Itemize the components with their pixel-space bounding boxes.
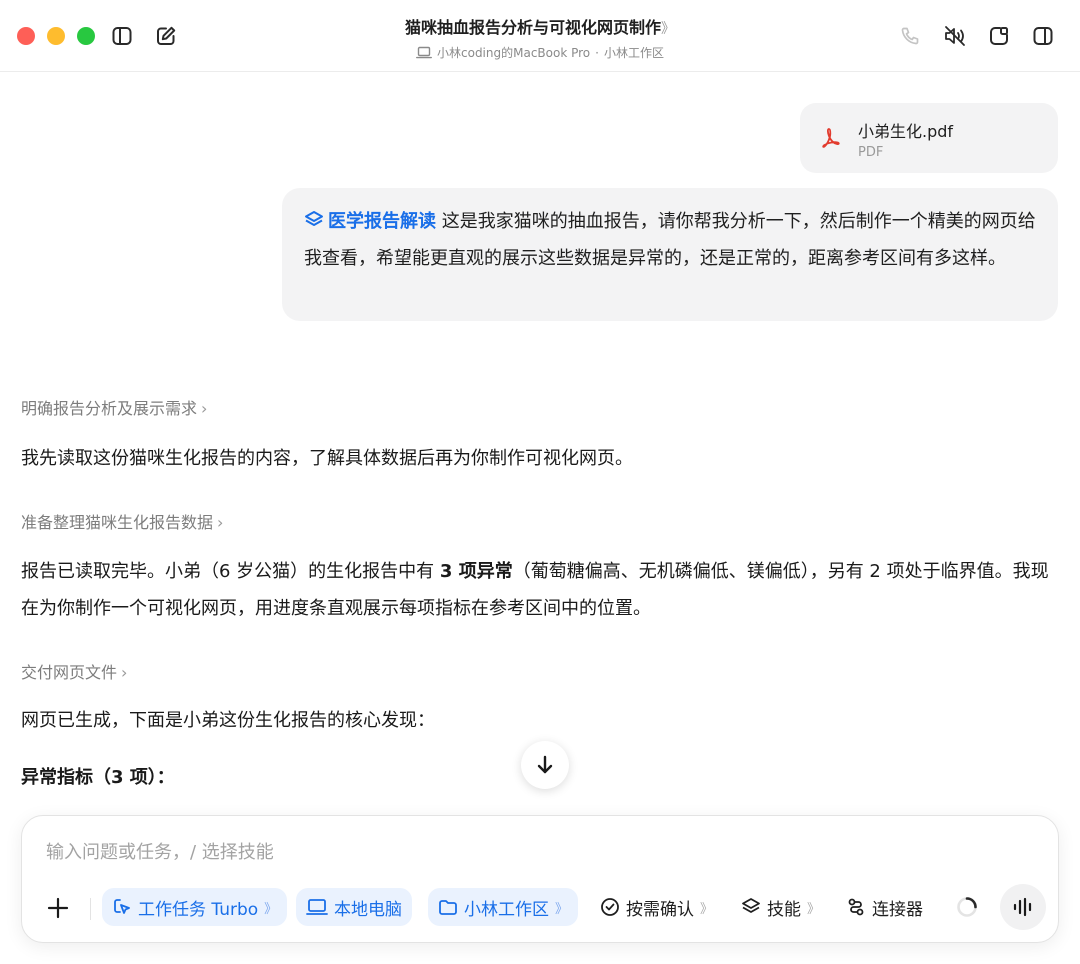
step-label: 明确报告分析及展示需求 <box>21 399 198 418</box>
window-subtitle: 小林coding的MacBook Pro · 小林工作区 <box>300 44 780 61</box>
pdf-file-icon <box>822 128 840 148</box>
right-panel-toggle-icon[interactable] <box>1029 22 1057 50</box>
app-window: 猫咪抽血报告分析与可视化网页制作》 小林coding的MacBook Pro ·… <box>0 0 1080 964</box>
workspace-name: 小林工作区 <box>603 46 664 60</box>
connectors-label: 连接器 <box>872 899 923 920</box>
step-label: 交付网页文件 <box>21 663 118 682</box>
confirm-mode-chip[interactable]: 按需确认 》 <box>596 888 717 926</box>
divider <box>90 898 91 920</box>
step-label: 准备整理猫咪生化报告数据 <box>21 513 214 532</box>
check-circle-icon <box>601 898 619 916</box>
laptop-icon <box>306 899 328 915</box>
workspace-label: 小林工作区 <box>464 899 549 920</box>
arrow-down-icon <box>537 755 553 774</box>
close-window-button[interactable] <box>17 27 35 45</box>
scroll-to-bottom-button[interactable] <box>521 741 569 789</box>
message-input[interactable] <box>46 838 946 866</box>
skill-tag-label: 医学报告解读 <box>328 211 436 232</box>
voice-input-button[interactable] <box>1000 884 1046 930</box>
folder-icon <box>439 900 457 915</box>
assistant-paragraph: 我先读取这份猫咪生化报告的内容，了解具体数据后再为你制作可视化网页。 <box>21 448 633 469</box>
chevron-right-icon: › <box>201 399 208 418</box>
title-chevron-icon: 》 <box>661 21 675 37</box>
zoom-window-button[interactable] <box>77 27 95 45</box>
attachment-file-name: 小弟生化.pdf <box>858 122 954 141</box>
skill-tag[interactable]: 医学报告解读 <box>304 211 436 232</box>
title-bar: 猫咪抽血报告分析与可视化网页制作》 小林coding的MacBook Pro ·… <box>0 0 1080 72</box>
step-prepare-data[interactable]: 准备整理猫咪生化报告数据 › <box>21 509 223 533</box>
split-window-icon[interactable] <box>985 22 1013 50</box>
plus-icon <box>47 897 69 919</box>
attachment-file-type: PDF <box>858 145 884 160</box>
local-computer-chip[interactable]: 本地电脑 <box>296 888 412 926</box>
subtitle-separator: · <box>595 45 599 60</box>
device-name: 小林coding的MacBook Pro <box>437 46 591 60</box>
waveform-icon <box>1013 897 1032 917</box>
assistant-paragraph: 报告已读取完毕。小弟（6 岁公猫）的生化报告中有 3 项异常（葡萄糖偏高、无机磷… <box>21 553 1061 627</box>
chevron-icon: 》 <box>264 901 278 917</box>
local-computer-label: 本地电脑 <box>334 899 402 920</box>
composer: 工作任务 Turbo 》 本地电脑 小林工作区 》 按需确认 》 技能 》 连接… <box>21 815 1059 943</box>
chevron-icon: 》 <box>700 901 714 917</box>
assistant-paragraph: 网页已生成，下面是小弟这份生化报告的核心发现： <box>21 710 435 731</box>
phone-icon[interactable] <box>896 22 924 50</box>
para-bold-text: 3 项异常 <box>439 561 513 582</box>
layers-icon <box>305 211 323 226</box>
loading-spinner-icon <box>956 896 978 922</box>
title-text: 猫咪抽血报告分析与可视化网页制作 <box>404 18 661 37</box>
skills-chip[interactable]: 技能 》 <box>737 888 824 926</box>
chevron-icon: 》 <box>555 901 569 917</box>
para-text: 报告已读取完毕。小弟（6 岁公猫）的生化报告中有 <box>21 561 440 582</box>
cursor-icon <box>114 899 130 914</box>
connector-icon <box>848 898 864 916</box>
connectors-chip[interactable]: 连接器 <box>842 888 927 926</box>
user-message-bubble: 医学报告解读 这是我家猫咪的抽血报告，请你帮我分析一下，然后制作一个精美的网页给… <box>282 188 1058 321</box>
skills-label: 技能 <box>767 899 801 920</box>
attachment-card[interactable]: 小弟生化.pdf PDF <box>800 103 1058 173</box>
sidebar-toggle-icon[interactable] <box>108 22 136 50</box>
mute-icon[interactable] <box>941 22 969 50</box>
chevron-icon: 》 <box>807 901 821 917</box>
add-attachment-button[interactable] <box>44 894 72 922</box>
workspace-chip[interactable]: 小林工作区 》 <box>428 888 579 926</box>
page-title[interactable]: 猫咪抽血报告分析与可视化网页制作》 <box>300 14 780 38</box>
step-deliver-file[interactable]: 交付网页文件 › <box>21 659 127 683</box>
laptop-icon <box>416 46 432 59</box>
confirm-mode-label: 按需确认 <box>626 899 694 920</box>
layers-icon <box>742 898 760 913</box>
chevron-right-icon: › <box>217 513 224 532</box>
minimize-window-button[interactable] <box>47 27 65 45</box>
task-mode-label: 工作任务 Turbo <box>138 899 259 920</box>
task-mode-chip[interactable]: 工作任务 Turbo 》 <box>102 888 288 926</box>
window-title-area: 猫咪抽血报告分析与可视化网页制作》 小林coding的MacBook Pro ·… <box>300 14 780 61</box>
chevron-right-icon: › <box>121 663 128 682</box>
step-clarify-needs[interactable]: 明确报告分析及展示需求 › <box>21 395 207 419</box>
new-chat-icon[interactable] <box>152 22 180 50</box>
